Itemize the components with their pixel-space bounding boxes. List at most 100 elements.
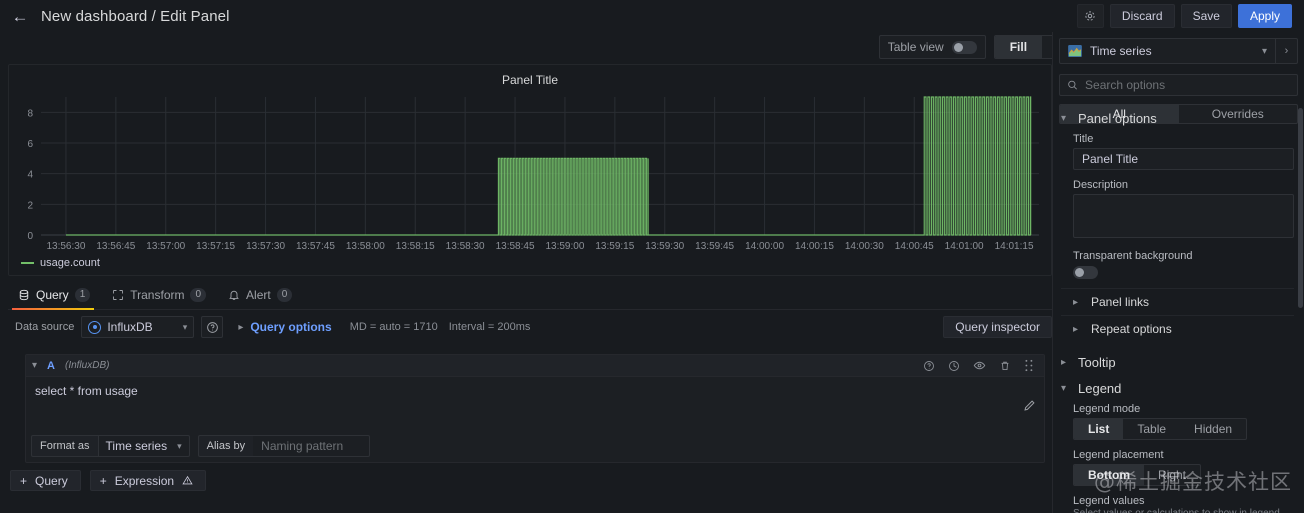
search-options-field[interactable] (1059, 74, 1298, 96)
legend-mode-segment: List Table Hidden (1073, 418, 1248, 440)
legend-mode-hidden[interactable]: Hidden (1180, 419, 1246, 439)
svg-text:13:59:45: 13:59:45 (695, 241, 734, 252)
legend-placement-bottom[interactable]: Bottom (1074, 465, 1144, 485)
chevron-down-icon[interactable]: ▾ (32, 360, 37, 371)
discard-button[interactable]: Discard (1109, 4, 1175, 28)
panel-links-label: Panel links (1091, 295, 1150, 309)
back-arrow-icon[interactable]: ← (8, 4, 32, 28)
visualization-picker[interactable]: Time series ▾ › (1059, 38, 1298, 64)
section-legend[interactable]: ▾ Legend (1053, 377, 1304, 403)
tab-transform[interactable]: Transform 0 (102, 288, 218, 309)
svg-text:13:56:45: 13:56:45 (96, 241, 135, 252)
query-meta-md: MD = auto = 1710 (349, 321, 438, 333)
table-view-switch[interactable] (951, 40, 977, 54)
drag-handle-icon[interactable] (1024, 359, 1034, 372)
add-query-button[interactable]: + Query (10, 470, 81, 491)
add-expression-button[interactable]: + Expression (89, 470, 207, 491)
svg-text:14:00:30: 14:00:30 (845, 241, 884, 252)
transparent-background-label: Transparent background (1073, 250, 1193, 262)
query-text: select * from usage (35, 384, 138, 398)
svg-text:8: 8 (27, 108, 33, 119)
svg-text:6: 6 (27, 139, 33, 150)
repeat-options-expander[interactable]: ▸ Repeat options (1061, 315, 1294, 342)
add-query-row: + Query + Expression (10, 470, 207, 491)
visualization-name: Time series (1090, 44, 1152, 58)
svg-text:13:57:15: 13:57:15 (196, 241, 235, 252)
database-icon (19, 289, 29, 301)
chevron-right-icon: ▸ (1061, 357, 1067, 368)
tab-alert[interactable]: Alert 0 (218, 288, 304, 309)
tab-query-count: 1 (74, 288, 91, 302)
svg-text:13:58:15: 13:58:15 (396, 241, 435, 252)
options-scroll-area[interactable]: ▾ Panel options Title Description Transp… (1053, 102, 1304, 513)
legend-series-label: usage.count (40, 257, 100, 269)
legend-placement-segment: Bottom Right (1073, 464, 1202, 486)
help-icon[interactable] (923, 360, 935, 372)
gear-icon[interactable] (1076, 4, 1104, 28)
plus-icon: + (20, 473, 28, 488)
chevron-right-icon: ▸ (238, 321, 244, 333)
query-inspector-button[interactable]: Query inspector (943, 316, 1052, 338)
format-as-select[interactable]: Time series ▾ (97, 435, 190, 457)
eye-icon[interactable] (973, 359, 986, 372)
chart-legend: usage.count (21, 257, 100, 269)
legend-fields: Legend mode List Table Hidden Legend pla… (1053, 403, 1304, 513)
svg-text:13:59:00: 13:59:00 (545, 241, 584, 252)
table-view-toggle[interactable]: Table view (878, 35, 986, 59)
query-tab-bar: Query 1 Transform 0 Alert 0 (8, 282, 1052, 310)
help-circle-icon[interactable] (201, 316, 224, 338)
query-datasource-name: (InfluxDB) (64, 360, 110, 371)
svg-text:14:00:15: 14:00:15 (795, 241, 834, 252)
chevron-right-icon: ▸ (1073, 296, 1079, 308)
datasource-select[interactable]: InfluxDB ▾ (81, 316, 195, 338)
legend-values-label: Legend values (1073, 495, 1145, 507)
fill-button[interactable]: Fill (994, 36, 1043, 58)
svg-text:13:57:45: 13:57:45 (296, 241, 335, 252)
breadcrumb: New dashboard / Edit Panel (41, 7, 230, 25)
trash-icon[interactable] (999, 360, 1011, 372)
tab-query[interactable]: Query 1 (8, 288, 102, 310)
query-editor-row: ▾ A (InfluxDB) select * from usage Forma… (25, 354, 1045, 463)
legend-mode-list[interactable]: List (1074, 419, 1124, 439)
chevron-right-icon: ▸ (1073, 323, 1079, 335)
sidebar-scrollbar[interactable] (1298, 108, 1303, 308)
query-options-expander[interactable]: ▸ Query options (238, 320, 331, 334)
legend-placement-right[interactable]: Right (1144, 465, 1200, 485)
chevron-down-icon: ▾ (1261, 45, 1267, 57)
panel-title-input[interactable] (1073, 148, 1294, 170)
search-options-input[interactable] (1085, 78, 1290, 92)
svg-text:14:00:00: 14:00:00 (745, 241, 784, 252)
svg-text:13:57:30: 13:57:30 (246, 241, 285, 252)
svg-text:0: 0 (27, 231, 33, 242)
tab-alert-count: 0 (276, 288, 293, 302)
query-ref-id[interactable]: A (47, 360, 55, 372)
query-text-area[interactable]: select * from usage (26, 377, 1044, 434)
section-panel-options[interactable]: ▾ Panel options (1053, 102, 1304, 133)
pencil-icon[interactable] (1023, 399, 1036, 415)
datasource-label: Data source (15, 321, 75, 333)
time-series-chart[interactable]: 0 2 4 6 8 13:56:30 13:56:45 13:57:00 13:57:15 13:… (9, 89, 1053, 277)
duplicate-icon[interactable] (948, 360, 960, 372)
svg-text:13:59:15: 13:59:15 (595, 241, 634, 252)
influxdb-icon (88, 320, 102, 334)
visualization-expand-icon[interactable]: › (1275, 39, 1297, 63)
visualization-panel: Panel Title 0 2 4 6 8 13:56:30 13:56:45 13:57:0… (8, 64, 1052, 276)
alias-by-input[interactable]: Naming pattern (253, 435, 371, 457)
section-tooltip[interactable]: ▸ Tooltip (1053, 342, 1304, 377)
search-icon (1068, 80, 1077, 90)
apply-button[interactable]: Apply (1237, 4, 1292, 28)
legend-placement-label: Legend placement (1073, 449, 1164, 461)
svg-text:14:01:15: 14:01:15 (995, 241, 1034, 252)
transparent-background-toggle[interactable] (1073, 266, 1098, 279)
legend-color-swatch (21, 262, 34, 264)
options-sidebar: Time series ▾ › All Overrides ▾ Panel op… (1052, 32, 1304, 513)
panel-links-expander[interactable]: ▸ Panel links (1061, 288, 1294, 315)
description-field-label: Description (1073, 179, 1129, 191)
alias-by-label: Alias by (197, 435, 254, 457)
top-bar-actions: Discard Save Apply (1076, 4, 1296, 28)
legend-mode-table[interactable]: Table (1123, 419, 1180, 439)
visualization-picker-main[interactable]: Time series ▾ (1060, 44, 1275, 58)
svg-text:4: 4 (27, 170, 33, 181)
save-button[interactable]: Save (1180, 4, 1232, 28)
panel-description-input[interactable] (1073, 194, 1294, 238)
